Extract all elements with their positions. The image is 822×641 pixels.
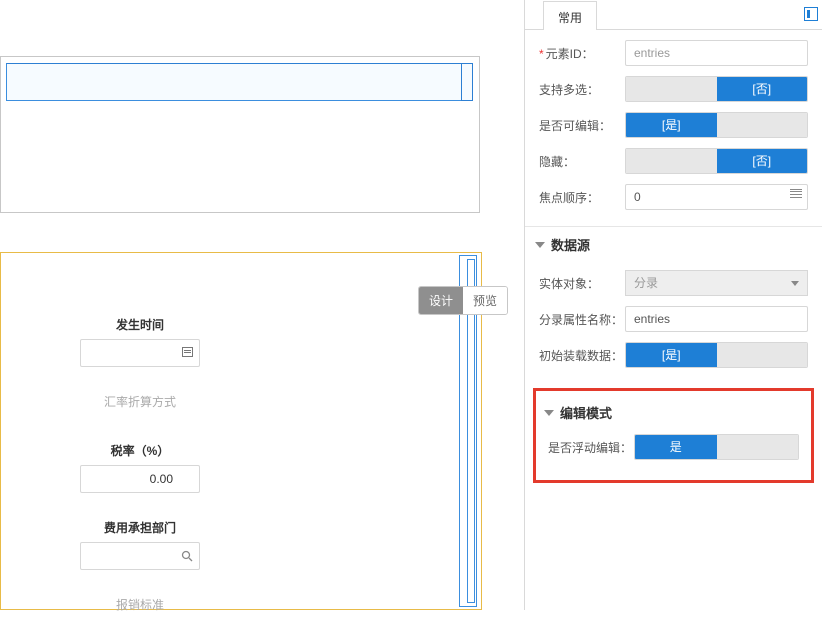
panel-layout-icon[interactable] xyxy=(804,7,818,21)
select-entity-value: 分录 xyxy=(634,276,658,290)
tax-rate-value: 0.00 xyxy=(150,472,173,486)
row-focus-order: 焦点顺序： 0 xyxy=(539,184,808,210)
stepper-icon[interactable] xyxy=(789,189,803,205)
field-label: 发生时间 xyxy=(8,316,272,333)
field-label: 报销标准 xyxy=(8,596,272,613)
row-hidden: 隐藏： [否] xyxy=(539,148,808,174)
toggle-hidden[interactable]: [否] xyxy=(625,148,808,174)
focus-order-value: 0 xyxy=(634,190,641,204)
label-focus-order: 焦点顺序： xyxy=(539,189,625,206)
input-element-id[interactable]: entries xyxy=(625,40,808,66)
label-hidden: 隐藏： xyxy=(539,153,625,170)
field-tax-rate: 税率（%） 0.00 xyxy=(0,438,280,497)
toggle-value: [否] xyxy=(717,149,808,173)
toggle-value: [否] xyxy=(717,77,808,101)
input-focus-order[interactable]: 0 xyxy=(625,184,808,210)
toggle-off-side xyxy=(626,149,717,173)
row-entity: 实体对象： 分录 xyxy=(539,270,808,296)
label-multi-select: 支持多选： xyxy=(539,81,625,98)
tab-common[interactable]: 常用 xyxy=(543,1,597,30)
field-label: 汇率折算方式 xyxy=(8,393,272,410)
toggle-editable[interactable]: [是] xyxy=(625,112,808,138)
cost-dept-input[interactable] xyxy=(80,542,200,570)
field-label: 税率（%） xyxy=(8,442,272,459)
section-common: *元素ID： entries 支持多选： [否] 是否可编辑： [是] 隐藏： … xyxy=(525,30,822,226)
toggle-off-side xyxy=(717,343,808,367)
view-mode-tabs: 设计 预览 xyxy=(418,286,508,315)
chevron-down-icon xyxy=(544,410,554,416)
field-label: 费用承担部门 xyxy=(8,519,272,536)
toggle-value: [是] xyxy=(626,113,717,137)
row-multi-select: 支持多选： [否] xyxy=(539,76,808,102)
toggle-off-side xyxy=(717,435,799,459)
row-float-edit: 是否浮动编辑： 是 xyxy=(548,434,799,460)
search-icon xyxy=(181,550,193,562)
label-entity: 实体对象： xyxy=(539,275,625,292)
label-entry-attr: 分录属性名称： xyxy=(539,311,625,328)
toggle-float-edit[interactable]: 是 xyxy=(634,434,799,460)
label-element-id: *元素ID： xyxy=(539,45,625,62)
toggle-value: [是] xyxy=(626,343,717,367)
chevron-down-icon xyxy=(535,242,545,248)
property-tabbar: 常用 xyxy=(525,0,822,30)
section-datasource: 实体对象： 分录 分录属性名称： entries 初始装载数据： [是] xyxy=(525,260,822,384)
design-canvas: 设计 预览 发生时间 汇率折算方式 税率（%） 0.00 费用承担部门 xyxy=(0,0,524,610)
toggle-multi-select[interactable]: [否] xyxy=(625,76,808,102)
row-editable: 是否可编辑： [是] xyxy=(539,112,808,138)
section-editmode: 是否浮动编辑： 是 xyxy=(540,428,807,460)
label-float-edit: 是否浮动编辑： xyxy=(548,439,634,456)
row-element-id: *元素ID： entries xyxy=(539,40,808,66)
tab-preview[interactable]: 预览 xyxy=(463,287,507,314)
field-exchange-method: 汇率折算方式 xyxy=(0,389,280,420)
toggle-value: 是 xyxy=(635,435,717,459)
toggle-off-side xyxy=(626,77,717,101)
happen-time-input[interactable] xyxy=(80,339,200,367)
calendar-icon xyxy=(182,340,193,366)
toggle-initial-load[interactable]: [是] xyxy=(625,342,808,368)
section-title: 编辑模式 xyxy=(560,403,612,422)
tax-rate-input[interactable]: 0.00 xyxy=(80,465,200,493)
property-panel: 常用 *元素ID： entries 支持多选： [否] 是否可编辑： [是] 隐… xyxy=(524,0,822,610)
label-initial-load: 初始装载数据： xyxy=(539,347,625,364)
tab-design[interactable]: 设计 xyxy=(419,287,463,314)
highlighted-section: 编辑模式 是否浮动编辑： 是 xyxy=(533,388,814,483)
toggle-off-side xyxy=(717,113,808,137)
form-fields-column: 发生时间 汇率折算方式 税率（%） 0.00 费用承担部门 报销标准 xyxy=(0,312,280,641)
top-container xyxy=(0,56,480,213)
field-happen-time: 发生时间 xyxy=(0,312,280,371)
section-header-datasource[interactable]: 数据源 xyxy=(525,226,822,260)
selected-element-bar[interactable] xyxy=(6,63,462,101)
caret-down-icon xyxy=(791,281,799,286)
field-cost-dept: 费用承担部门 xyxy=(0,515,280,574)
row-entry-attr: 分录属性名称： entries xyxy=(539,306,808,332)
row-initial-load: 初始装载数据： [是] xyxy=(539,342,808,368)
label-editable: 是否可编辑： xyxy=(539,117,625,134)
section-title: 数据源 xyxy=(551,235,590,254)
select-entity[interactable]: 分录 xyxy=(625,270,808,296)
field-reimburse-std: 报销标准 xyxy=(0,592,280,623)
section-header-editmode[interactable]: 编辑模式 xyxy=(540,395,807,428)
selected-element-handle[interactable] xyxy=(461,63,473,101)
input-entry-attr[interactable]: entries xyxy=(625,306,808,332)
